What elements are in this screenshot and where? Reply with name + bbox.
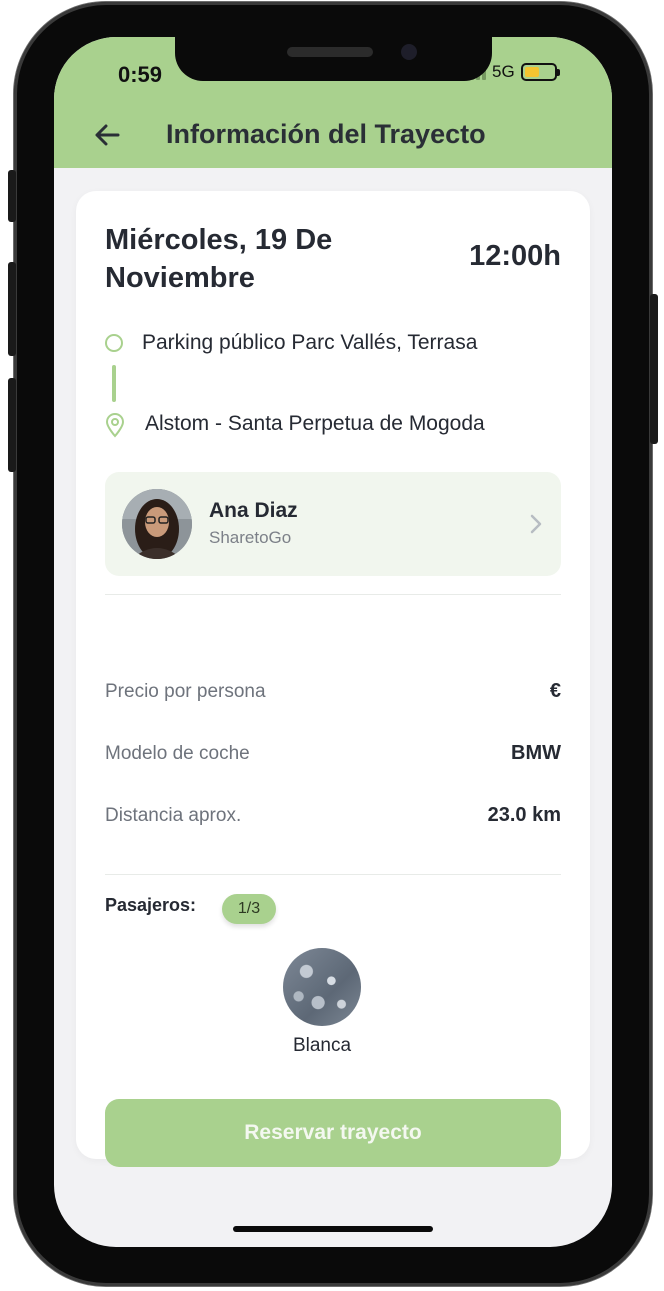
front-camera — [401, 44, 417, 60]
divider — [105, 594, 561, 595]
divider — [105, 874, 561, 875]
trip-card: Miércoles, 19 De Noviembre 12:00h Parkin… — [76, 191, 590, 1167]
app-screen: 0:59 5G Información del Trayecto Miércol… — [54, 37, 612, 1247]
location-pin-icon — [105, 413, 125, 438]
network-type: 5G — [492, 62, 515, 81]
trip-time: 12:00h — [469, 240, 561, 272]
passenger-name: Blanca — [292, 1035, 352, 1056]
distance-label: Distancia aprox. — [105, 805, 242, 826]
price-label: Precio por persona — [105, 681, 266, 702]
driver-name: Ana Diaz — [209, 499, 298, 522]
battery-icon — [520, 63, 560, 81]
speaker-grille — [287, 47, 373, 57]
phone-volume-up — [8, 262, 16, 356]
home-indicator[interactable] — [233, 1226, 433, 1232]
passengers-label: Pasajeros: — [105, 895, 197, 915]
distance-value: 23.0 km — [487, 804, 561, 826]
driver-avatar — [122, 489, 192, 559]
phone-power-button — [650, 294, 658, 444]
chevron-right-icon — [530, 514, 542, 534]
trip-origin: Parking público Parc Vallés, Terrasa — [142, 331, 478, 354]
arrow-left-icon[interactable] — [92, 120, 122, 150]
passenger-avatar[interactable] — [283, 948, 361, 1026]
reserve-trip-button[interactable]: Reservar trayecto — [105, 1099, 561, 1167]
phone-notch — [175, 37, 492, 81]
driver-company: SharetoGo — [209, 528, 292, 547]
driver-card[interactable]: Ana Diaz SharetoGo — [105, 472, 561, 576]
passengers-count-badge: 1/3 — [222, 894, 276, 924]
phone-mute-switch — [8, 170, 16, 222]
page-title: Información del Trayecto — [166, 119, 486, 149]
price-value: € — [549, 680, 561, 702]
route-connector — [112, 365, 116, 402]
origin-circle-icon — [105, 334, 123, 352]
status-time: 0:59 — [118, 62, 163, 87]
trip-date: Miércoles, 19 De Noviembre — [105, 224, 333, 294]
phone-volume-down — [8, 378, 16, 472]
car-model-label: Modelo de coche — [105, 743, 250, 764]
car-model-value: BMW — [511, 742, 561, 764]
trip-destination: Alstom - Santa Perpetua de Mogoda — [145, 412, 485, 435]
